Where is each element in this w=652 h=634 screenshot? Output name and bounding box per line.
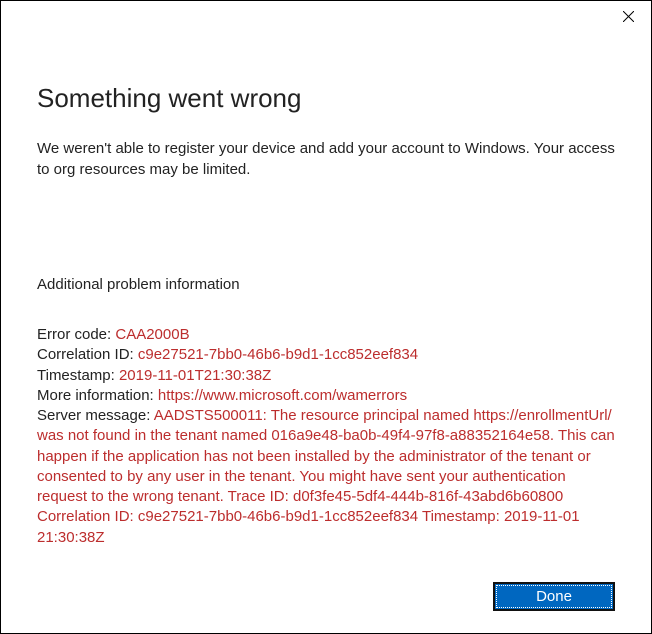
error-code-row: Error code: CAA2000B: [37, 325, 615, 345]
correlation-id-value: c9e27521-7bb0-46b6-b9d1-1cc852eef834: [138, 346, 418, 363]
close-icon: [623, 11, 634, 22]
more-info-row: More information: https://www.microsoft.…: [37, 386, 615, 406]
close-button[interactable]: [606, 1, 651, 31]
error-code-value: CAA2000B: [115, 326, 189, 343]
titlebar: [1, 1, 651, 33]
done-button[interactable]: Done: [493, 582, 615, 611]
correlation-id-row: Correlation ID: c9e27521-7bb0-46b6-b9d1-…: [37, 345, 615, 365]
correlation-id-label: Correlation ID:: [37, 346, 138, 363]
dialog-content: Something went wrong We weren't able to …: [1, 33, 651, 548]
timestamp-row: Timestamp: 2019-11-01T21:30:38Z: [37, 366, 615, 386]
server-message-label: Server message:: [37, 407, 154, 424]
button-row: Done: [493, 582, 615, 611]
more-info-link[interactable]: https://www.microsoft.com/wamerrors: [158, 387, 407, 404]
more-info-label: More information:: [37, 387, 158, 404]
dialog-message: We weren't able to register your device …: [37, 138, 615, 180]
additional-info-heading: Additional problem information: [37, 276, 615, 293]
timestamp-label: Timestamp:: [37, 367, 119, 384]
timestamp-value: 2019-11-01T21:30:38Z: [119, 367, 271, 384]
error-code-label: Error code:: [37, 326, 115, 343]
server-message-row: Server message: AADSTS500011: The resour…: [37, 406, 615, 548]
dialog-title: Something went wrong: [37, 83, 615, 114]
server-message-value: AADSTS500011: The resource principal nam…: [37, 407, 615, 546]
